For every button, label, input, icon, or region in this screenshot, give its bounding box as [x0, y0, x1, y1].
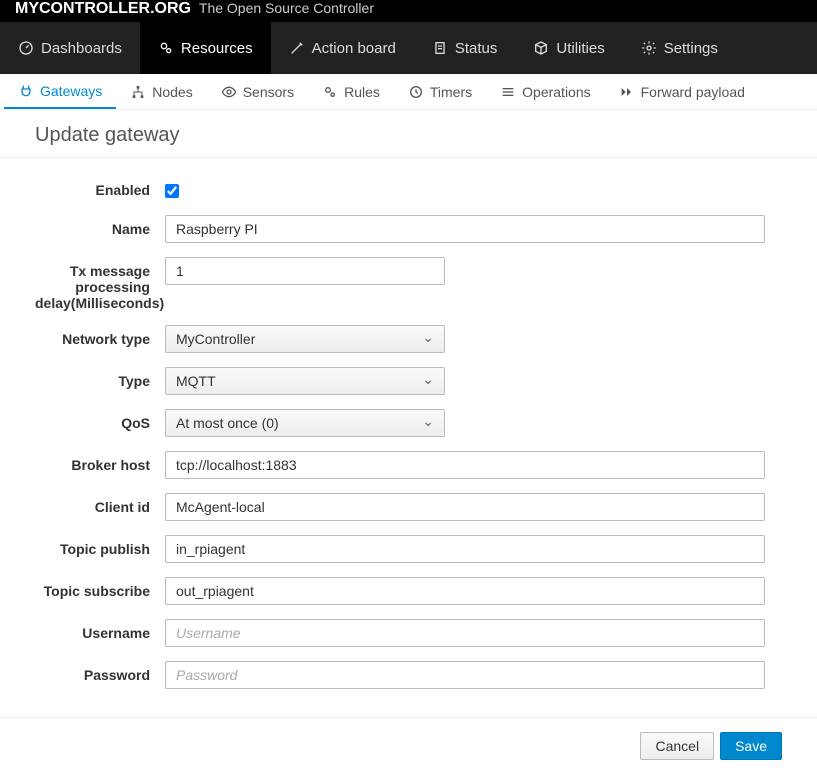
subnav-operations[interactable]: Operations — [486, 74, 604, 109]
subnav-label: Sensors — [243, 84, 294, 100]
nav-status[interactable]: Status — [414, 22, 516, 74]
subnav-timers[interactable]: Timers — [394, 74, 486, 109]
tx-delay-input[interactable] — [165, 257, 445, 285]
password-input[interactable] — [165, 661, 765, 689]
client-id-input[interactable] — [165, 493, 765, 521]
subnav-label: Forward payload — [641, 84, 745, 100]
nav-utilities[interactable]: Utilities — [515, 22, 622, 74]
qos-label: QoS — [35, 409, 165, 431]
subnav-rules[interactable]: Rules — [308, 74, 394, 109]
sitemap-icon — [130, 84, 146, 100]
forward-icon — [619, 84, 635, 100]
network-type-label: Network type — [35, 325, 165, 347]
cancel-button[interactable]: Cancel — [640, 732, 714, 760]
nav-label: Dashboards — [41, 40, 122, 57]
page-title: Update gateway — [0, 110, 817, 158]
nav-label: Action board — [312, 40, 396, 57]
subnav-label: Operations — [522, 84, 590, 100]
topic-publish-input[interactable] — [165, 535, 765, 563]
subnav-label: Rules — [344, 84, 380, 100]
clock-icon — [408, 84, 424, 100]
subnav-sensors[interactable]: Sensors — [207, 74, 308, 109]
plug-icon — [18, 83, 34, 99]
username-label: Username — [35, 619, 165, 641]
form-actions: Cancel Save — [0, 718, 817, 774]
nav-label: Utilities — [556, 40, 604, 57]
subnav-label: Timers — [430, 84, 472, 100]
wand-icon — [289, 40, 305, 56]
nav-label: Status — [455, 40, 498, 57]
eye-icon — [221, 84, 237, 100]
name-input[interactable] — [165, 215, 765, 243]
nav-dashboards[interactable]: Dashboards — [0, 22, 140, 74]
topic-subscribe-input[interactable] — [165, 577, 765, 605]
enabled-label: Enabled — [35, 176, 165, 198]
file-icon — [432, 40, 448, 56]
type-select[interactable]: MQTT — [165, 367, 445, 395]
select-value: At most once (0) — [176, 415, 279, 431]
gears-sm-icon — [322, 84, 338, 100]
list-icon — [500, 84, 516, 100]
brand-tagline: The Open Source Controller — [199, 0, 374, 16]
nav-label: Resources — [181, 40, 253, 57]
save-button[interactable]: Save — [720, 732, 782, 760]
select-value: MQTT — [176, 373, 216, 389]
dashboard-icon — [18, 40, 34, 56]
brand-name: MYCONTROLLER.ORG — [15, 0, 191, 17]
subnav-label: Gateways — [40, 83, 102, 99]
client-id-label: Client id — [35, 493, 165, 515]
cube-icon — [533, 40, 549, 56]
nav-resources[interactable]: Resources — [140, 22, 271, 74]
nav-label: Settings — [664, 40, 718, 57]
broker-host-label: Broker host — [35, 451, 165, 473]
subnav-forward-payload[interactable]: Forward payload — [605, 74, 759, 109]
nav-primary: Dashboards Resources Action board Status… — [0, 22, 817, 74]
subnav-nodes[interactable]: Nodes — [116, 74, 206, 109]
nav-action-board[interactable]: Action board — [271, 22, 414, 74]
nav-settings[interactable]: Settings — [623, 22, 736, 74]
username-input[interactable] — [165, 619, 765, 647]
nav-secondary: Gateways Nodes Sensors Rules Timers Oper… — [0, 74, 817, 110]
header-bar: MYCONTROLLER.ORG The Open Source Control… — [0, 0, 817, 22]
qos-select[interactable]: At most once (0) — [165, 409, 445, 437]
network-type-select[interactable]: MyController — [165, 325, 445, 353]
subnav-gateways[interactable]: Gateways — [4, 74, 116, 109]
gear-icon — [641, 40, 657, 56]
tx-delay-label: Tx message processing delay(Milliseconds… — [35, 257, 165, 311]
select-value: MyController — [176, 331, 255, 347]
name-label: Name — [35, 215, 165, 237]
password-label: Password — [35, 661, 165, 683]
type-label: Type — [35, 367, 165, 389]
broker-host-input[interactable] — [165, 451, 765, 479]
gateway-form: Enabled Name Tx message processing delay… — [0, 158, 817, 718]
topic-publish-label: Topic publish — [35, 535, 165, 557]
subnav-label: Nodes — [152, 84, 192, 100]
topic-subscribe-label: Topic subscribe — [35, 577, 165, 599]
enabled-checkbox[interactable] — [165, 184, 179, 198]
gears-icon — [158, 40, 174, 56]
